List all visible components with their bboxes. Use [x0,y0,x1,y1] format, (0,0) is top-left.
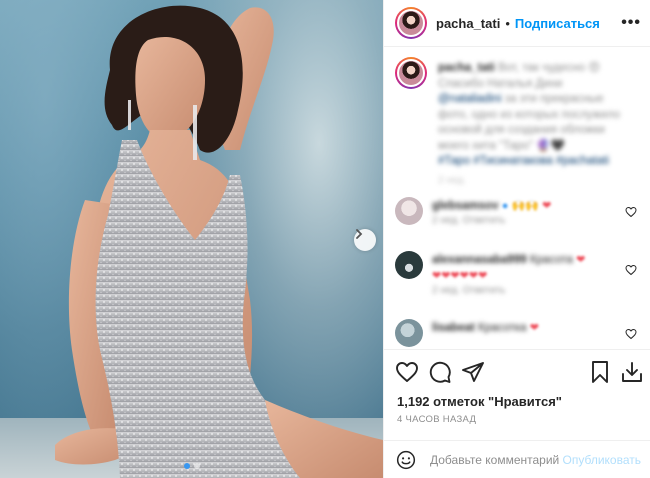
share-icon[interactable] [461,360,485,384]
comment-body: Красотка [478,322,527,334]
photo-figure [55,5,383,478]
comment-hearts: ❤❤❤❤❤❤ [432,270,488,282]
comment-icon[interactable] [428,360,452,384]
caption-line-4: фото, одно из которых послужило [438,108,620,121]
post-header: pacha_tati • Подписаться ••• [384,0,650,47]
comment-username[interactable]: glebsamsov [432,200,498,212]
comment-item: alexannasaba999 Красота ❤ ❤❤❤❤❤❤ 2 нед. … [395,251,645,296]
comment-text: alexannasaba999 Красота ❤ [432,254,586,266]
header-separator: • [505,15,510,31]
comment-like-icon[interactable] [625,264,637,276]
caption-line-6: моего хита "Таро" [438,139,533,152]
caption-line-1: Вот, так чудесно [498,62,586,74]
author-avatar[interactable] [395,7,427,39]
post-side-panel: pacha_tati • Подписаться ••• pacha_tati … [383,0,650,478]
post-timestamp[interactable]: 4 ЧАСОВ НАЗАД [397,414,476,425]
comment-like-icon[interactable] [625,206,637,218]
comment-item: lisabeat Красотка ❤ [395,319,645,349]
comment-username[interactable]: alexannasaba999 [432,254,527,266]
more-options-icon[interactable]: ••• [621,14,641,32]
emoji-icon[interactable] [396,450,416,470]
add-comment-bar: Опубликовать [384,440,650,478]
author-username[interactable]: pacha_tati [436,16,500,31]
comment-text: lisabeat Красотка ❤ [432,322,539,334]
caption-tags[interactable]: #Таро #Тисинатакова #pachatati [438,155,609,167]
carousel-dot-2 [193,463,200,469]
publish-button[interactable]: Опубликовать [563,453,641,467]
caption-line-2: Спасибо Наталья Дини [438,77,563,90]
comment-username[interactable]: lisabeat [432,322,475,334]
caption-meta: 2 нед. [438,175,466,186]
comment-input[interactable] [430,452,560,467]
caption-username[interactable]: pacha_tati [438,62,495,74]
follow-button[interactable]: Подписаться [515,16,600,31]
comments-list[interactable]: pacha_tati Вот, так чудесно 😍 Спасибо На… [384,47,650,349]
likes-count[interactable]: 1,192 отметок "Нравится" [397,394,562,409]
comment-item: glebsamsov ● 🙌🙌 ❤ 2 нед. Ответить [395,197,645,237]
heart-icon[interactable] [395,360,419,384]
comment-meta: 2 нед. Ответить [432,215,506,226]
carousel-next-button[interactable] [354,229,376,251]
caption-text: pacha_tati Вот, так чудесно 😍 Спасибо На… [438,62,620,167]
carousel-dot-1 [183,463,190,469]
comment-body: Красота [529,254,573,266]
comment-avatar[interactable] [395,319,423,347]
caption-avatar[interactable] [395,57,427,89]
comment-text: glebsamsov ● 🙌🙌 ❤ [432,200,552,212]
caption-line-3: за эти прекрасные [504,93,604,105]
comment-like-icon[interactable] [625,328,637,340]
download-icon[interactable] [620,360,644,384]
carousel-dots [0,463,383,469]
post-photo[interactable] [0,0,383,478]
caption-line-5: основой для создания обложки [438,124,605,136]
post-actions [384,349,650,393]
bookmark-icon[interactable] [588,360,612,384]
comment-avatar[interactable] [395,251,423,279]
comment-avatar[interactable] [395,197,423,225]
comment-meta: 2 нед. Ответить [432,285,506,296]
chevron-right-icon [356,229,363,239]
